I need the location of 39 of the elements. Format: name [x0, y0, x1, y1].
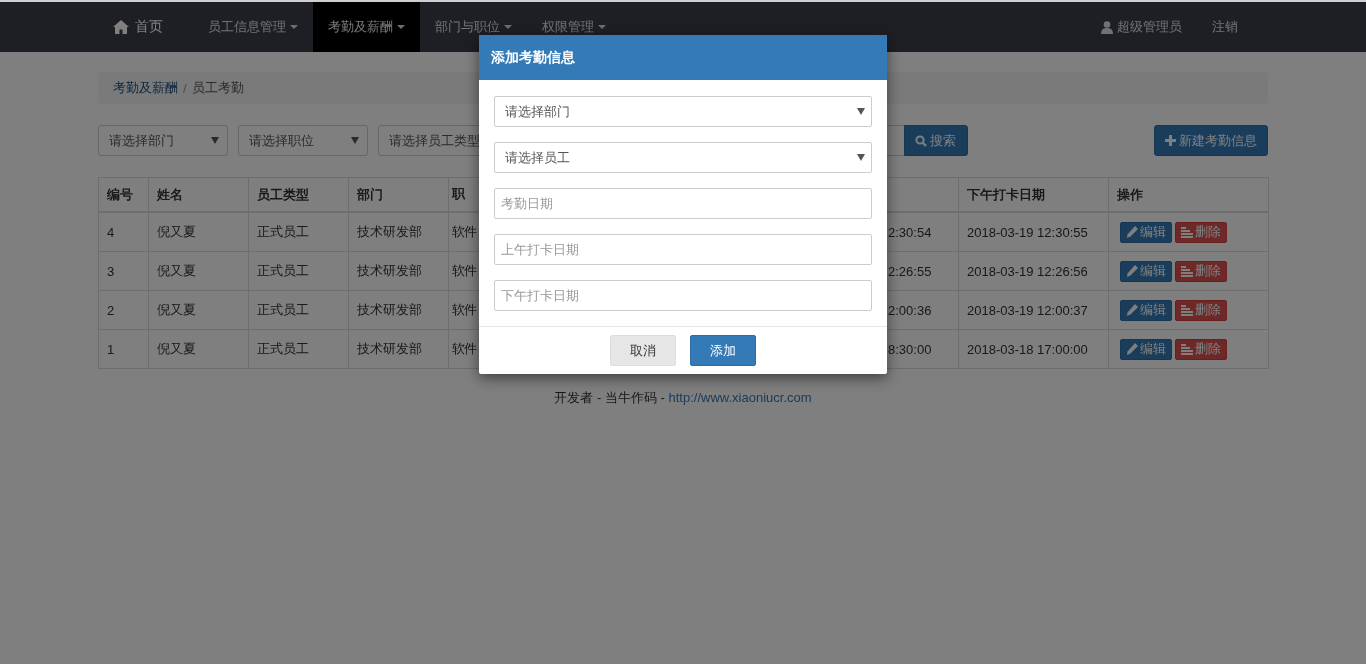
column-header: 员工类型 [257, 186, 309, 202]
table-cell: 2 [107, 302, 115, 318]
table-cell: 倪又夏 [157, 224, 196, 239]
table-cell: 软件 [452, 263, 476, 278]
table-cell: 2018-03-19 12:00:37 [967, 302, 1088, 318]
breadcrumb-current: 员工考勤 [191, 79, 244, 97]
table-cell: 正式员工 [257, 224, 309, 239]
table-cell: 8:30:00 [888, 341, 932, 357]
dialog-title: 添加考勤信息 [491, 48, 575, 67]
table-cell: 软件 [452, 302, 476, 317]
column-header: 姓名 [157, 186, 183, 202]
table-cell: 3 [107, 263, 115, 279]
table-cell: 软件 [452, 224, 476, 239]
table-cell: 倪又夏 [157, 341, 196, 356]
table-cell: 2:00:36 [888, 302, 932, 318]
table-cell: 4 [107, 224, 115, 240]
table-cell: 正式员工 [257, 263, 309, 278]
footer-text: 开发者 - 当牛作码 - http://www.xiaoniucr.com [554, 390, 812, 405]
breadcrumb-separator: / [183, 80, 187, 96]
table-cell: 2018-03-18 17:00:00 [967, 341, 1088, 357]
column-header: 部门 [357, 186, 383, 202]
table-cell: 倪又夏 [157, 263, 196, 278]
column-header: 编号 [107, 186, 133, 202]
table-cell: 技术研发部 [357, 224, 422, 239]
table-cell: 技术研发部 [357, 263, 422, 278]
table-cell: 1 [107, 341, 115, 357]
table-cell: 正式员工 [257, 341, 309, 356]
table-cell: 技术研发部 [357, 341, 422, 356]
table-cell: 倪又夏 [157, 302, 196, 317]
table-cell: 2:26:55 [888, 263, 932, 279]
table-cell: 正式员工 [257, 302, 309, 317]
table-cell: 技术研发部 [357, 302, 422, 317]
table-cell: 2:30:54 [888, 224, 932, 240]
table-cell: 2018-03-19 12:30:55 [967, 224, 1088, 240]
table-cell: 软件 [452, 341, 476, 356]
column-header: 职 [452, 187, 464, 201]
column-header: 下午打卡日期 [967, 186, 1045, 202]
column-header: 操作 [1117, 186, 1143, 202]
table-cell: 2018-03-19 12:26:56 [967, 263, 1088, 279]
